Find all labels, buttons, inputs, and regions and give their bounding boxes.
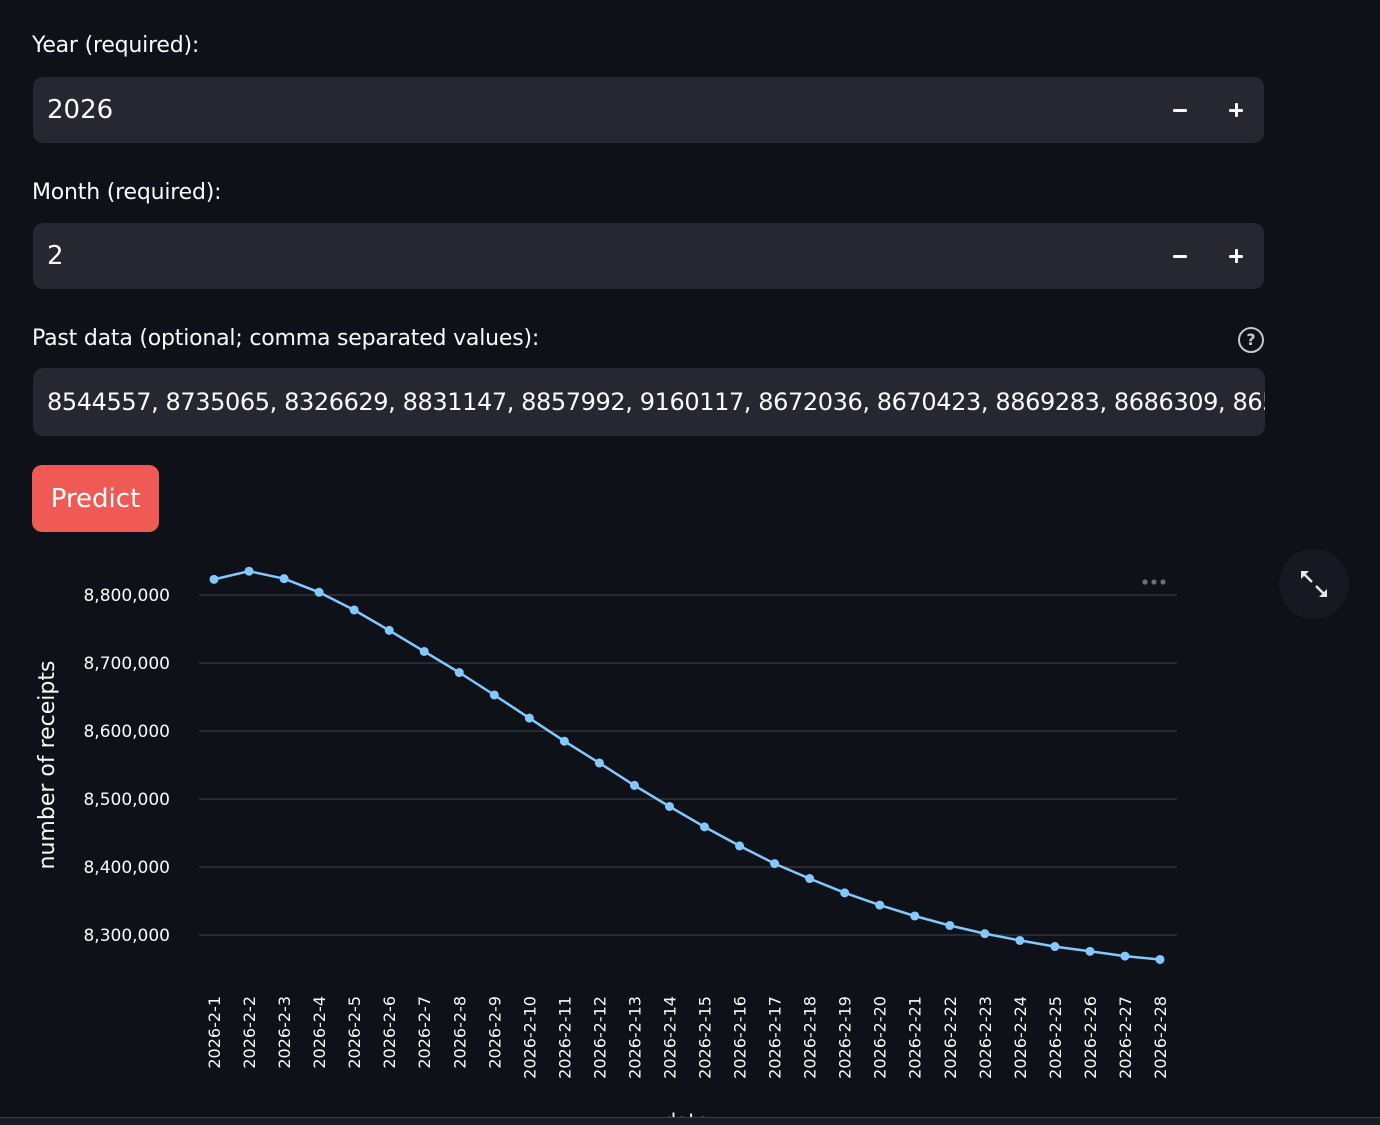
- month-decrement-button[interactable]: [1152, 223, 1208, 289]
- plus-icon: [1229, 103, 1243, 117]
- expand-icon: [1301, 571, 1327, 597]
- x-tick-label: 2026-2-21: [906, 996, 925, 1079]
- plus-icon: [1229, 249, 1243, 263]
- data-point[interactable]: [489, 690, 499, 700]
- data-point[interactable]: [209, 574, 219, 584]
- x-tick-label: 2026-2-24: [1011, 996, 1030, 1079]
- x-tick-label: 2026-2-6: [380, 996, 399, 1069]
- month-label: Month (required):: [32, 180, 222, 205]
- year-increment-button[interactable]: [1208, 77, 1264, 143]
- data-point[interactable]: [279, 574, 289, 584]
- data-point[interactable]: [594, 758, 604, 768]
- y-axis-ticks: 8,300,000 8,400,000 8,500,000 8,600,000 8,70…: [83, 586, 170, 946]
- x-tick-label: 2026-2-5: [345, 996, 364, 1069]
- data-point[interactable]: [875, 900, 885, 910]
- chart-grid: [199, 594, 1177, 936]
- x-tick-label: 2026-2-13: [625, 996, 644, 1079]
- data-point[interactable]: [244, 566, 254, 576]
- minus-icon: [1173, 254, 1187, 258]
- x-tick-label: 2026-2-2: [240, 996, 259, 1069]
- x-tick-label: 2026-2-18: [801, 996, 820, 1079]
- x-tick-label: 2026-2-23: [976, 996, 995, 1079]
- data-point[interactable]: [559, 736, 569, 746]
- x-tick-label: 2026-2-9: [485, 996, 504, 1069]
- x-tick-label: 2026-2-28: [1151, 996, 1170, 1079]
- x-tick-label: 2026-2-17: [766, 996, 785, 1079]
- past-data-label: Past data (optional; comma separated val…: [32, 326, 540, 351]
- data-point[interactable]: [980, 929, 990, 939]
- y-tick-label: 8,800,000: [83, 586, 170, 606]
- x-tick-label: 2026-2-3: [275, 996, 294, 1069]
- y-axis-label: number of receipts: [35, 661, 60, 870]
- x-tick-label: 2026-2-14: [660, 996, 679, 1079]
- data-point[interactable]: [910, 911, 920, 921]
- data-point[interactable]: [1120, 951, 1130, 961]
- data-point[interactable]: [314, 587, 324, 597]
- data-point[interactable]: [770, 859, 780, 869]
- y-tick-label: 8,300,000: [83, 926, 170, 946]
- year-label: Year (required):: [32, 33, 200, 58]
- year-number-input[interactable]: 2026: [33, 77, 1264, 143]
- app: Year (required): 2026 Month (required): …: [0, 0, 1380, 1125]
- x-tick-label: 2026-2-22: [941, 996, 960, 1079]
- fullscreen-button[interactable]: [1279, 549, 1349, 619]
- x-tick-label: 2026-2-26: [1081, 996, 1100, 1079]
- data-point[interactable]: [1015, 935, 1025, 945]
- bottom-edge: [0, 1117, 1380, 1125]
- year-decrement-button[interactable]: [1152, 77, 1208, 143]
- x-tick-label: 2026-2-10: [520, 996, 539, 1079]
- x-tick-label: 2026-2-4: [310, 996, 329, 1069]
- data-point[interactable]: [1050, 942, 1060, 952]
- month-value[interactable]: 2: [47, 223, 64, 289]
- x-tick-label: 2026-2-25: [1046, 996, 1065, 1079]
- x-axis-label: date: [663, 1109, 708, 1117]
- predict-button[interactable]: Predict: [32, 465, 159, 532]
- data-point[interactable]: [840, 888, 850, 898]
- y-tick-label: 8,400,000: [83, 858, 170, 878]
- data-point[interactable]: [384, 625, 394, 635]
- past-data-value[interactable]: 8544557, 8735065, 8326629, 8831147, 8857…: [47, 368, 1265, 436]
- data-point[interactable]: [945, 920, 955, 930]
- data-point[interactable]: [1085, 946, 1095, 956]
- data-point[interactable]: [419, 646, 429, 656]
- data-point[interactable]: [629, 780, 639, 790]
- series-line: [213, 569, 1161, 961]
- y-tick-label: 8,500,000: [83, 790, 170, 810]
- minus-icon: [1173, 108, 1187, 112]
- data-point[interactable]: [735, 841, 745, 851]
- data-point[interactable]: [664, 801, 674, 811]
- series-points: [209, 566, 1165, 964]
- data-point[interactable]: [349, 605, 359, 615]
- x-tick-label: 2026-2-7: [415, 996, 434, 1069]
- line-chart: 8,300,000 8,400,000 8,500,000 8,600,000 8,70…: [35, 566, 1177, 1117]
- x-tick-label: 2026-2-1: [205, 996, 224, 1069]
- x-tick-label: 2026-2-11: [555, 996, 574, 1079]
- x-tick-label: 2026-2-20: [871, 996, 890, 1079]
- x-tick-label: 2026-2-27: [1116, 996, 1135, 1079]
- data-point[interactable]: [700, 822, 710, 832]
- data-point[interactable]: [524, 713, 534, 723]
- past-data-input[interactable]: 8544557, 8735065, 8326629, 8831147, 8857…: [33, 368, 1265, 436]
- y-tick-label: 8,600,000: [83, 722, 170, 742]
- y-tick-label: 8,700,000: [83, 654, 170, 674]
- month-increment-button[interactable]: [1208, 223, 1264, 289]
- data-point[interactable]: [805, 874, 815, 884]
- x-axis-ticks: 2026-2-1 2026-2-2 2026-2-3 2026-2-4 2026-2-5…: [205, 996, 1170, 1079]
- help-icon[interactable]: ?: [1238, 327, 1264, 353]
- more-horizontal-icon[interactable]: [1140, 576, 1168, 588]
- month-number-input[interactable]: 2: [33, 223, 1264, 289]
- x-tick-label: 2026-2-8: [450, 996, 469, 1069]
- x-tick-label: 2026-2-19: [836, 996, 855, 1079]
- x-tick-label: 2026-2-12: [590, 996, 609, 1079]
- data-point[interactable]: [1155, 954, 1165, 964]
- data-point[interactable]: [454, 668, 464, 678]
- x-tick-label: 2026-2-15: [696, 996, 715, 1079]
- x-tick-label: 2026-2-16: [731, 996, 750, 1079]
- year-value[interactable]: 2026: [47, 77, 113, 143]
